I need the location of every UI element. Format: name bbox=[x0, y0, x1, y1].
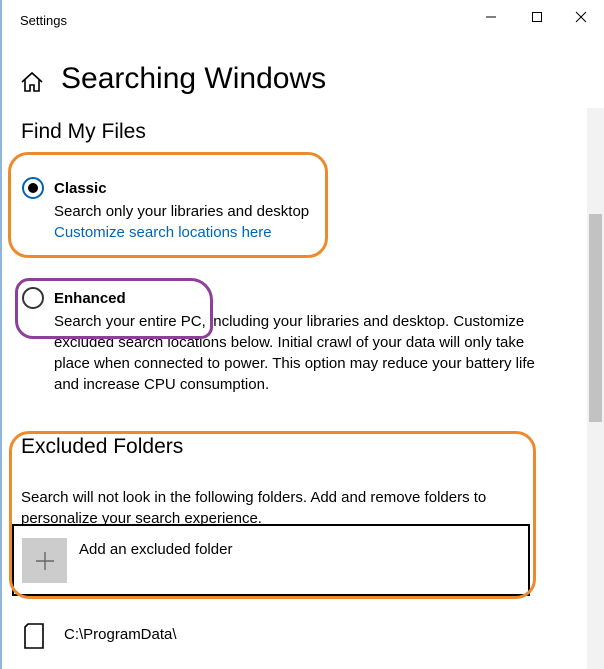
window-title: Settings bbox=[20, 13, 67, 28]
home-icon[interactable] bbox=[20, 70, 44, 94]
maximize-icon bbox=[532, 12, 542, 22]
scrollbar-thumb[interactable] bbox=[589, 214, 602, 422]
title-bar: Settings bbox=[2, 0, 604, 38]
close-button[interactable] bbox=[558, 0, 604, 34]
enhanced-description: Search your entire PC, including your li… bbox=[54, 313, 535, 393]
enhanced-radio[interactable] bbox=[22, 287, 44, 309]
customize-search-locations-link[interactable]: Customize search locations here bbox=[54, 224, 272, 241]
excluded-folders-description: Search will not look in the following fo… bbox=[21, 489, 487, 527]
enhanced-label[interactable]: Enhanced bbox=[54, 290, 126, 307]
classic-label[interactable]: Classic bbox=[54, 180, 107, 197]
plus-icon bbox=[35, 551, 54, 570]
maximize-button[interactable] bbox=[514, 0, 560, 34]
excluded-folders-heading: Excluded Folders bbox=[21, 435, 184, 458]
find-my-files-heading: Find My Files bbox=[21, 120, 146, 143]
window-border bbox=[0, 0, 2, 669]
drive-folder-icon bbox=[24, 623, 44, 649]
add-excluded-folder-button[interactable] bbox=[12, 524, 530, 596]
settings-window: Settings Searching Windows Find My Files… bbox=[0, 0, 604, 669]
minimize-button[interactable] bbox=[468, 0, 514, 34]
close-icon bbox=[575, 11, 587, 23]
classic-description: Search only your libraries and desktop bbox=[54, 203, 310, 220]
add-tile[interactable] bbox=[22, 538, 67, 583]
excluded-folder-path[interactable]: C:\ProgramData\ bbox=[64, 626, 177, 643]
classic-radio[interactable] bbox=[22, 177, 44, 199]
add-excluded-folder-label[interactable]: Add an excluded folder bbox=[79, 541, 232, 558]
page-title: Searching Windows bbox=[61, 62, 327, 95]
minimize-icon bbox=[486, 16, 496, 18]
